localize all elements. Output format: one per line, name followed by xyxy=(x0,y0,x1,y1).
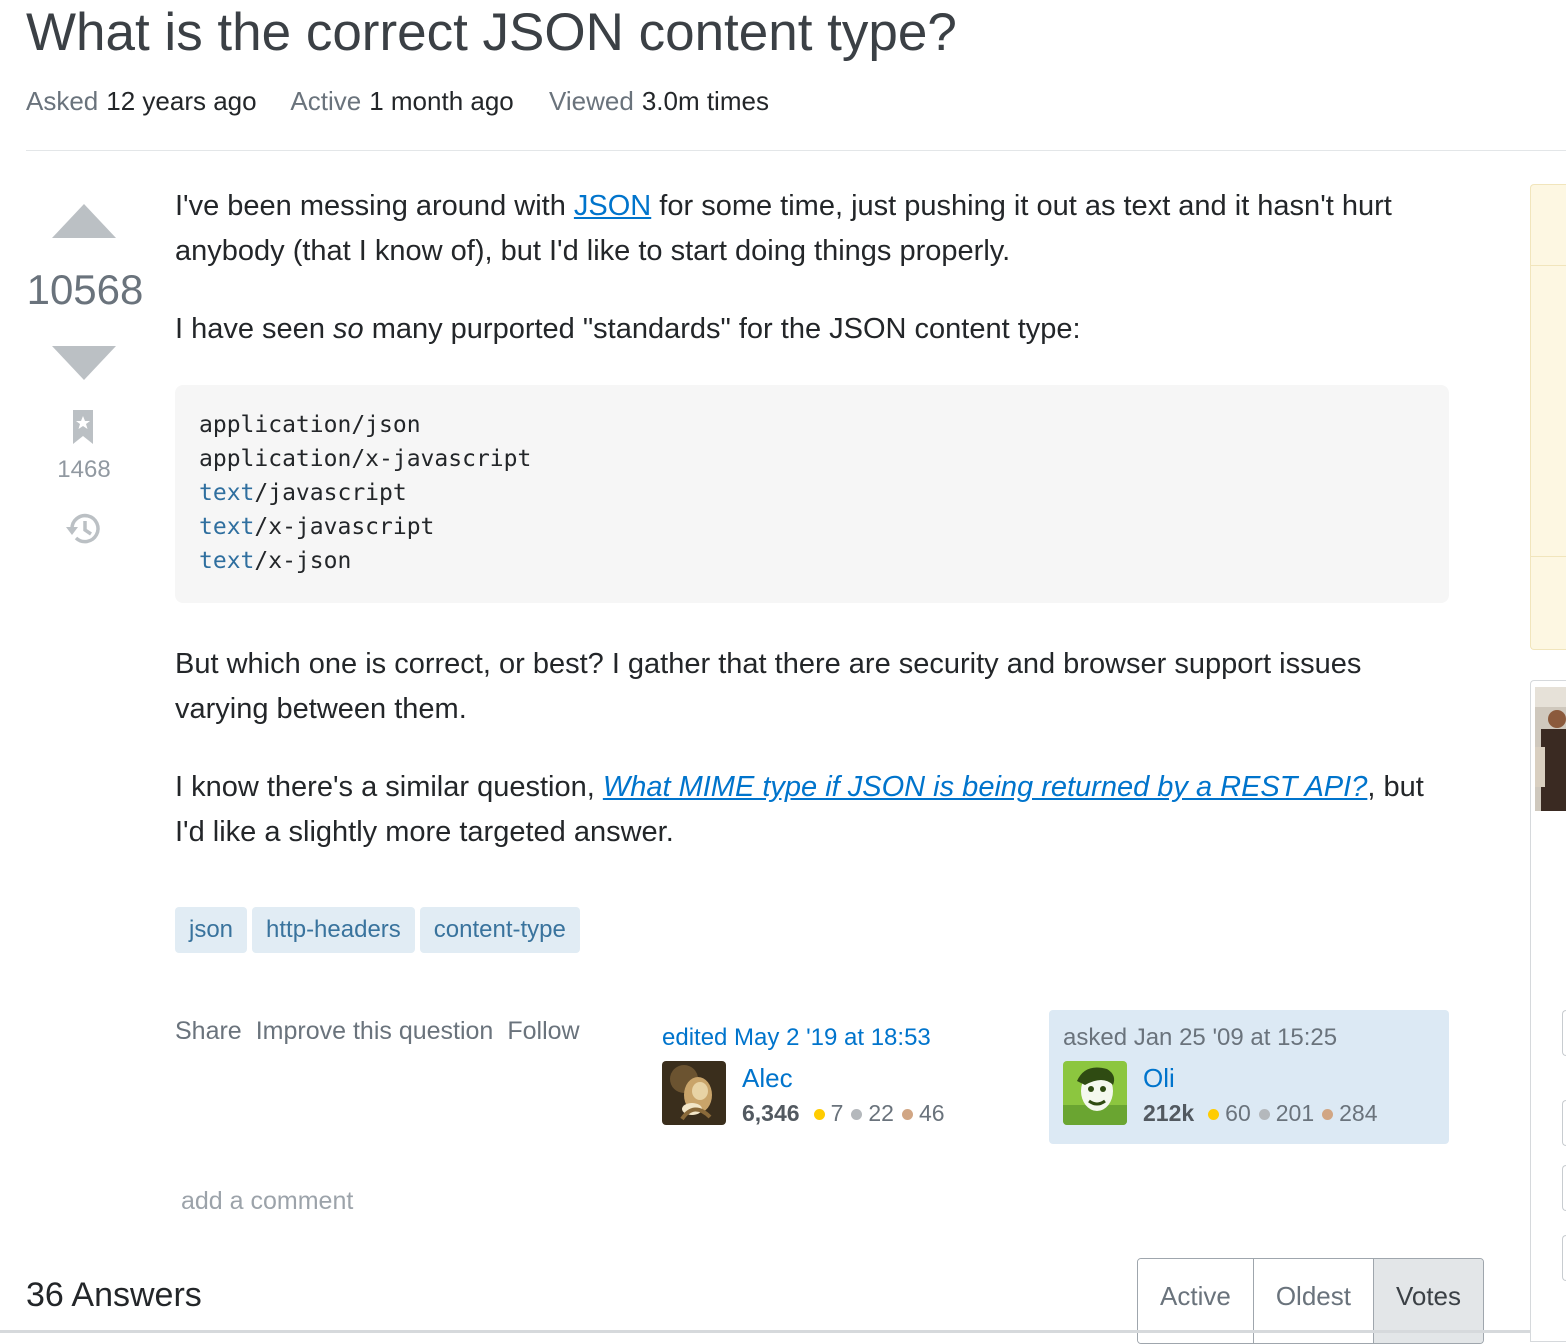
sidebar-divider xyxy=(1531,556,1566,557)
code-line: text/javascript xyxy=(199,480,407,506)
asker-reputation: 212k 60 201 284 xyxy=(1143,1098,1378,1128)
asked-timestamp: asked Jan 25 '09 at 15:25 xyxy=(1063,1024,1338,1051)
editor-avatar[interactable] xyxy=(662,1061,726,1125)
post-paragraph-1: I've been messing around with JSON for s… xyxy=(175,184,1465,274)
editor-name[interactable]: Alec xyxy=(742,1061,793,1095)
gold-badge-count: 60 xyxy=(1225,1100,1251,1126)
code-keyword: text xyxy=(199,514,255,540)
upvote-button[interactable] xyxy=(52,204,116,243)
p2-text-after: many purported "standards" for the JSON … xyxy=(363,313,1081,345)
question-title[interactable]: What is the correct JSON content type? xyxy=(26,0,957,66)
code-keyword: text xyxy=(199,480,255,506)
code-text: application/json xyxy=(199,412,421,438)
code-text: /javascript xyxy=(254,480,407,506)
code-line: text/x-javascript xyxy=(199,514,434,540)
avatar-image xyxy=(1063,1061,1127,1125)
tag-http-headers[interactable]: http-headers xyxy=(252,907,415,953)
silver-badge-count: 22 xyxy=(868,1100,894,1126)
p1-text-before: I've been messing around with xyxy=(175,190,574,222)
asked-value[interactable]: 12 years ago xyxy=(106,86,256,116)
sidebar-item-edge xyxy=(1562,1165,1566,1211)
post-menu: Share Improve this question Follow xyxy=(175,1014,594,1048)
code-text: application/x-javascript xyxy=(199,446,532,472)
asker-avatar[interactable] xyxy=(1063,1061,1127,1125)
tag-content-type[interactable]: content-type xyxy=(419,907,580,953)
sidebar-divider xyxy=(1531,265,1566,266)
header-divider xyxy=(26,150,1566,151)
bookmark-count: 1468 xyxy=(57,456,111,483)
bottom-divider xyxy=(0,1330,1566,1333)
gold-badge-count: 7 xyxy=(830,1100,844,1126)
silver-badge-icon xyxy=(1258,1109,1270,1120)
editor-reputation: 6,346 7 22 46 xyxy=(742,1098,945,1128)
triangle-down-icon xyxy=(52,346,116,380)
similar-question-link[interactable]: What MIME type if JSON is being returned… xyxy=(603,771,1368,803)
code-lines: application/json application/x-javascrip… xyxy=(175,385,1449,601)
reputation-score: 6,346 xyxy=(742,1100,800,1126)
asker-name[interactable]: Oli xyxy=(1143,1061,1175,1095)
gold-badge-icon xyxy=(1208,1109,1220,1120)
code-keyword: text xyxy=(199,548,255,574)
bronze-badge-count: 46 xyxy=(918,1100,945,1126)
ad-photo-image xyxy=(1535,687,1566,811)
code-block: application/json application/x-javascrip… xyxy=(175,385,1449,603)
downvote-button[interactable] xyxy=(52,346,116,385)
bronze-badge-count: 284 xyxy=(1339,1100,1378,1126)
tag-json[interactable]: json xyxy=(175,907,248,953)
code-text: /x-javascript xyxy=(254,514,435,540)
active-label: Active xyxy=(290,86,362,116)
active-value[interactable]: 1 month ago xyxy=(369,86,514,116)
improve-question-link[interactable]: Improve this question xyxy=(256,1017,494,1045)
silver-badge-count: 201 xyxy=(1275,1100,1315,1126)
triangle-up-icon xyxy=(52,204,116,238)
code-line: text/x-json xyxy=(199,548,351,574)
follow-link[interactable]: Follow xyxy=(507,1017,579,1045)
sidebar-item-edge xyxy=(1562,1235,1566,1281)
timeline-button[interactable] xyxy=(64,510,104,553)
tag-list: json http-headers content-type xyxy=(175,907,580,953)
gold-badge-icon xyxy=(813,1109,825,1120)
bronze-badge-icon xyxy=(1322,1109,1334,1120)
silver-badge-icon xyxy=(851,1109,863,1120)
bookmark-icon xyxy=(73,410,93,444)
sidebar-item-edge xyxy=(1562,1100,1566,1146)
code-line: application/json xyxy=(199,412,421,438)
viewed-label: Viewed xyxy=(549,86,634,116)
question-meta: Asked 12 years ago Active 1 month ago View… xyxy=(26,84,797,118)
post-paragraph-4: I know there's a similar question, What … xyxy=(175,765,1445,855)
json-link[interactable]: JSON xyxy=(574,190,651,222)
viewed-value: 3.0m times xyxy=(641,86,769,116)
sidebar-ad-image[interactable] xyxy=(1535,687,1566,811)
sidebar-item-edge xyxy=(1562,1010,1566,1056)
p2-text-before: I have seen xyxy=(175,313,333,345)
bookmark-button[interactable] xyxy=(71,410,95,449)
reputation-score: 212k xyxy=(1143,1100,1195,1126)
sidebar-blog-widget xyxy=(1530,184,1566,650)
code-line: application/x-javascript xyxy=(199,446,531,472)
code-text: /x-json xyxy=(254,548,352,574)
add-comment-link[interactable]: add a comment xyxy=(181,1184,353,1218)
history-icon xyxy=(66,513,100,544)
post-paragraph-2: I have seen so many purported "standards… xyxy=(175,307,1465,352)
edited-timestamp[interactable]: edited May 2 '19 at 18:53 xyxy=(662,1022,931,1054)
avatar-image xyxy=(662,1061,726,1125)
p2-emphasis: so xyxy=(333,313,364,345)
asked-label: Asked xyxy=(26,86,99,116)
p4-text-before: I know there's a similar question, xyxy=(175,771,603,803)
bronze-badge-icon xyxy=(901,1109,913,1120)
post-paragraph-3: But which one is correct, or best? I gat… xyxy=(175,648,1362,725)
answers-count: 36 Answers xyxy=(26,1276,202,1314)
share-link[interactable]: Share xyxy=(175,1017,242,1045)
vote-count: 10568 xyxy=(26,266,144,313)
